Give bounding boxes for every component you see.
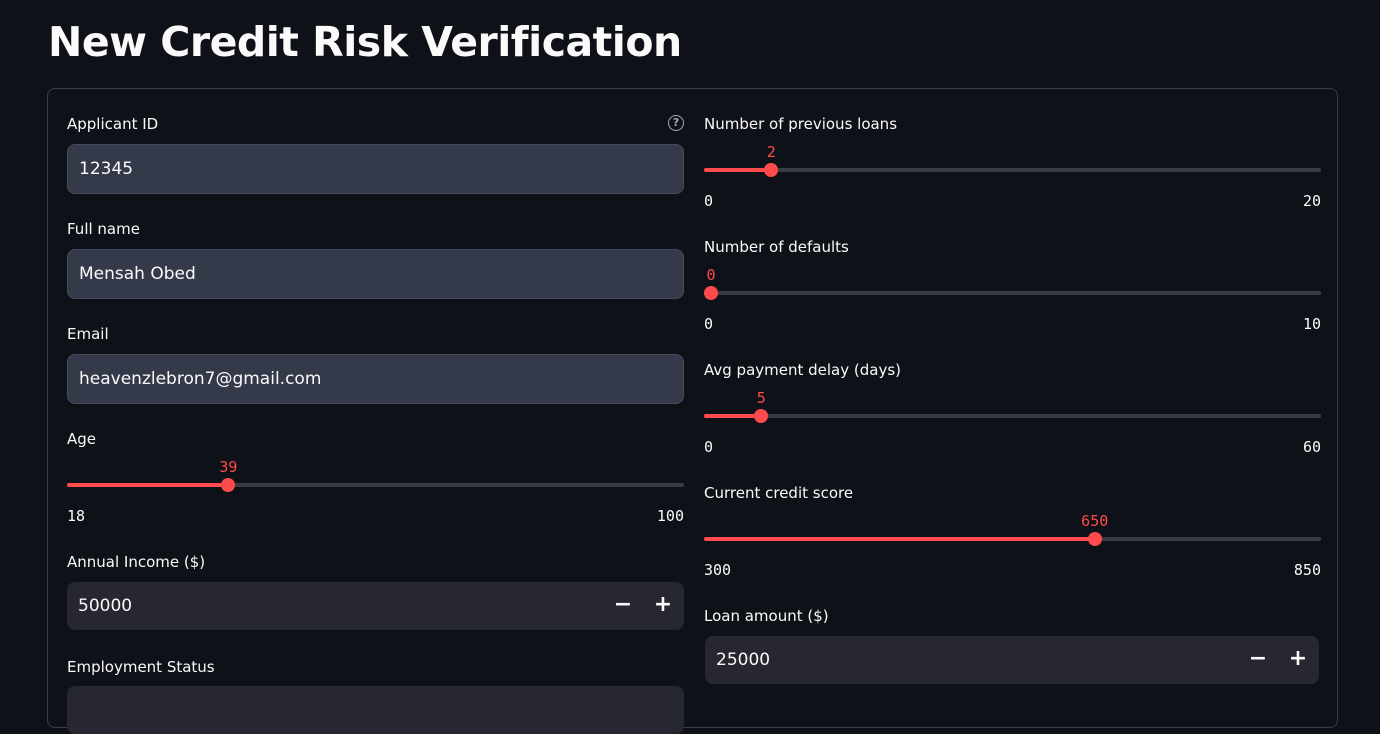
- slider-track[interactable]: [704, 168, 1321, 172]
- slider-min: 18: [67, 507, 86, 525]
- annual-income-label: Annual Income ($): [67, 553, 206, 571]
- page-title: New Credit Risk Verification: [48, 18, 682, 66]
- annual-income-value[interactable]: 50000: [78, 582, 132, 630]
- applicant-id-input[interactable]: [67, 144, 684, 194]
- question-circle-icon[interactable]: ?: [668, 115, 684, 131]
- payment-delay-slider[interactable]: 5 0 60: [704, 365, 1321, 456]
- slider-min: 0: [704, 438, 714, 456]
- loan-amount-value[interactable]: 25000: [716, 636, 770, 684]
- loan-amount-label: Loan amount ($): [704, 607, 829, 625]
- slider-thumb[interactable]: [704, 286, 718, 300]
- minus-icon[interactable]: −: [604, 582, 642, 630]
- slider-max: 20: [1302, 192, 1321, 210]
- email-input[interactable]: [67, 354, 684, 404]
- slider-fill: [704, 414, 762, 418]
- employment-status-select[interactable]: [67, 686, 684, 734]
- previous-loans-slider[interactable]: 2 0 20: [704, 119, 1321, 210]
- slider-min: 0: [704, 192, 714, 210]
- slider-thumb[interactable]: [764, 163, 779, 177]
- minus-icon[interactable]: −: [1239, 636, 1277, 684]
- slider-thumb[interactable]: [221, 478, 236, 492]
- defaults-slider[interactable]: 0 0 10: [704, 242, 1321, 333]
- slider-value: 5: [756, 389, 766, 407]
- slider-min: 0: [704, 315, 714, 333]
- email-label: Email: [67, 325, 109, 343]
- applicant-id-label: Applicant ID: [67, 115, 159, 133]
- slider-value: 2: [766, 143, 776, 161]
- slider-max: 10: [1302, 315, 1321, 333]
- annual-income-input[interactable]: 50000 − +: [67, 582, 684, 630]
- slider-thumb[interactable]: [754, 409, 769, 423]
- slider-track[interactable]: [704, 291, 1321, 295]
- credit-score-slider[interactable]: 650 300 850: [704, 488, 1321, 579]
- plus-icon[interactable]: +: [1279, 636, 1317, 684]
- employment-status-label: Employment Status: [67, 658, 215, 676]
- slider-thumb[interactable]: [1087, 532, 1102, 546]
- loan-amount-input[interactable]: 25000 − +: [705, 636, 1319, 684]
- slider-min: 300: [704, 561, 732, 579]
- slider-fill: [67, 483, 229, 487]
- credit-form: Applicant ID ? Full name Email Age 39 18…: [47, 88, 1338, 734]
- full-name-label: Full name: [67, 220, 140, 238]
- slider-fill: [704, 168, 772, 172]
- slider-value: 650: [1081, 512, 1109, 530]
- plus-icon[interactable]: +: [644, 582, 682, 630]
- slider-fill: [704, 537, 1095, 541]
- slider-max: 60: [1302, 438, 1321, 456]
- full-name-input[interactable]: [67, 249, 684, 299]
- slider-value: 39: [219, 458, 238, 476]
- slider-max: 100: [656, 507, 684, 525]
- slider-track[interactable]: [704, 414, 1321, 418]
- age-slider[interactable]: 39 18 100: [67, 434, 684, 525]
- slider-value: 0: [706, 266, 716, 284]
- slider-max: 850: [1293, 561, 1321, 579]
